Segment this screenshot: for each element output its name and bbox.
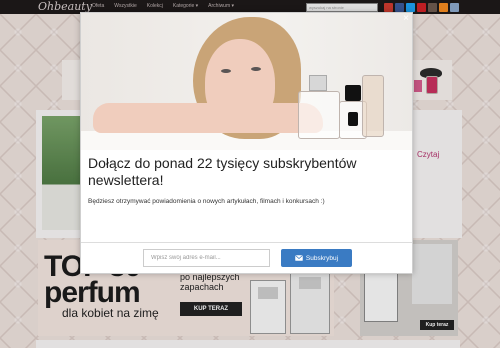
modal-title: Dołącz do ponad 22 tysięcy subskrybentów… — [88, 155, 357, 188]
close-icon[interactable]: × — [403, 13, 409, 24]
perfume-bottle — [362, 75, 384, 137]
hero-eye — [251, 67, 261, 71]
modal-description: Będziesz otrzymywać powiadomienia o nowy… — [88, 198, 325, 205]
perfume-cap — [309, 75, 327, 91]
subscribe-label: Subskrybuj — [305, 254, 339, 262]
modal-divider — [81, 242, 412, 243]
dress-icon — [348, 112, 358, 126]
envelope-icon — [295, 255, 303, 261]
hero-eye — [221, 69, 231, 73]
subscribe-button[interactable]: Subskrybuj — [281, 249, 352, 267]
newsletter-modal: × Dołącz do ponad 22 tysięcy subskrybent… — [80, 12, 413, 274]
hero-arm — [93, 103, 323, 133]
perfume-cap — [345, 85, 361, 101]
modal-hero-image — [81, 13, 412, 150]
email-field[interactable] — [143, 249, 270, 267]
perfume-bottle — [298, 91, 340, 139]
